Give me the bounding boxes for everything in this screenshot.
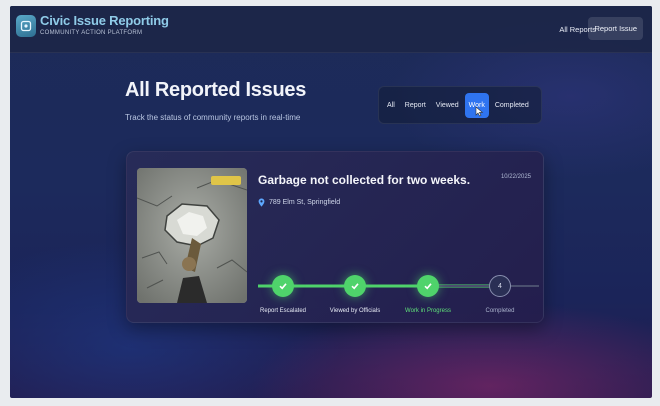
logo-icon[interactable] bbox=[16, 15, 36, 37]
step-work-in-progress bbox=[417, 275, 439, 297]
brand-title: Civic Issue Reporting bbox=[40, 13, 169, 28]
check-icon bbox=[424, 283, 432, 290]
report-issue-button[interactable]: Report Issue bbox=[588, 17, 643, 40]
page-title: All Reported Issues bbox=[125, 79, 307, 101]
filter-viewed[interactable]: Viewed bbox=[432, 93, 463, 118]
cursor-icon bbox=[475, 105, 483, 116]
issue-title[interactable]: Garbage not collected for two weeks. bbox=[258, 173, 470, 187]
issue-location: 789 Elm St, Springfield bbox=[258, 198, 340, 207]
status-filter-bar: All Report Viewed Work Completed bbox=[378, 86, 542, 124]
filter-completed[interactable]: Completed bbox=[491, 93, 533, 118]
step-label-report-escalated: Report Escalated bbox=[259, 308, 307, 314]
pothole-image bbox=[137, 168, 247, 303]
step-completed: 4 bbox=[489, 275, 511, 297]
progress-tracker: 4 Report Escalated Viewed by Officials W… bbox=[258, 270, 539, 320]
issue-location-text: 789 Elm St, Springfield bbox=[269, 199, 341, 206]
step-report-escalated bbox=[272, 275, 294, 297]
issue-card[interactable]: Garbage not collected for two weeks. 10/… bbox=[126, 151, 544, 323]
page-subtitle: Track the status of community reports in… bbox=[125, 113, 301, 122]
step-label-completed: Completed bbox=[485, 308, 515, 314]
app-screen: Civic Issue Reporting COMMUNITY ACTION P… bbox=[10, 6, 652, 398]
brand-subtitle: COMMUNITY ACTION PLATFORM bbox=[40, 30, 143, 36]
filter-work[interactable]: Work bbox=[464, 92, 489, 118]
location-pin-icon bbox=[258, 198, 265, 207]
step-label-work-in-progress: Work in Progress bbox=[405, 308, 451, 314]
step-viewed-by-officials bbox=[344, 275, 366, 297]
step-label-viewed-by-officials: Viewed by Officials bbox=[329, 308, 381, 314]
issue-photo[interactable] bbox=[137, 168, 247, 303]
filter-all[interactable]: All bbox=[383, 93, 399, 118]
check-icon bbox=[279, 283, 287, 290]
top-navigation-bar: Civic Issue Reporting COMMUNITY ACTION P… bbox=[10, 6, 652, 53]
step-number: 4 bbox=[498, 282, 502, 290]
issue-date: 10/22/2025 bbox=[500, 174, 531, 180]
filter-report[interactable]: Report bbox=[401, 93, 430, 118]
check-icon bbox=[351, 283, 359, 290]
